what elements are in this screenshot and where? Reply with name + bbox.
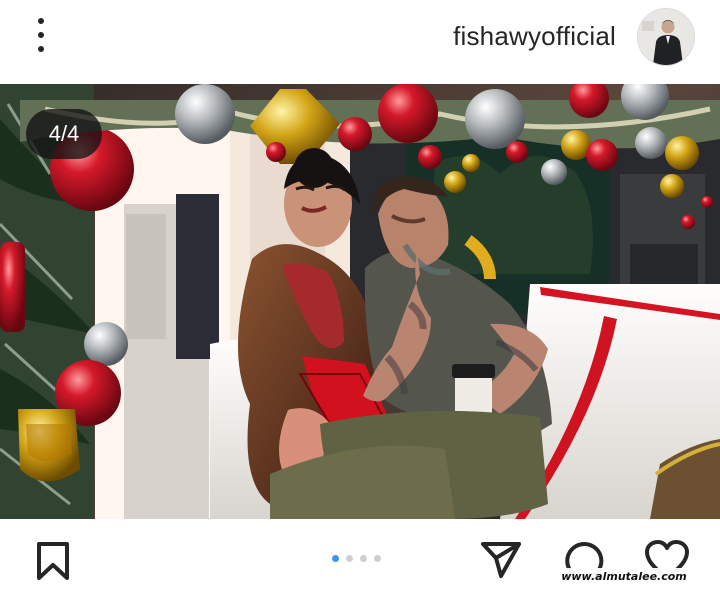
- post-header: fishawyofficial: [0, 0, 720, 84]
- post-username[interactable]: fishawyofficial: [453, 20, 616, 52]
- avatar-person-icon: [638, 9, 694, 65]
- post-photo[interactable]: [0, 84, 720, 519]
- carousel-pagination: [332, 554, 381, 562]
- holiday-couple-photo: [0, 84, 720, 519]
- site-watermark: www.almutalee.com: [556, 568, 692, 585]
- more-options-button[interactable]: [26, 18, 56, 52]
- share-icon: [481, 542, 521, 578]
- more-options-icon-dot: [38, 46, 44, 52]
- pagination-dot: [360, 554, 367, 562]
- bookmark-icon: [37, 542, 69, 580]
- post-actions-bar: [0, 519, 720, 599]
- more-options-icon-dot: [38, 18, 44, 24]
- share-button[interactable]: [480, 541, 522, 584]
- more-options-icon-dot: [38, 32, 44, 38]
- pagination-dot: [374, 554, 381, 562]
- pagination-dot: [346, 554, 353, 562]
- profile-avatar[interactable]: [637, 8, 695, 66]
- image-counter: 4/4: [26, 109, 102, 159]
- pagination-dot-active: [332, 554, 339, 562]
- bookmark-button[interactable]: [35, 541, 71, 586]
